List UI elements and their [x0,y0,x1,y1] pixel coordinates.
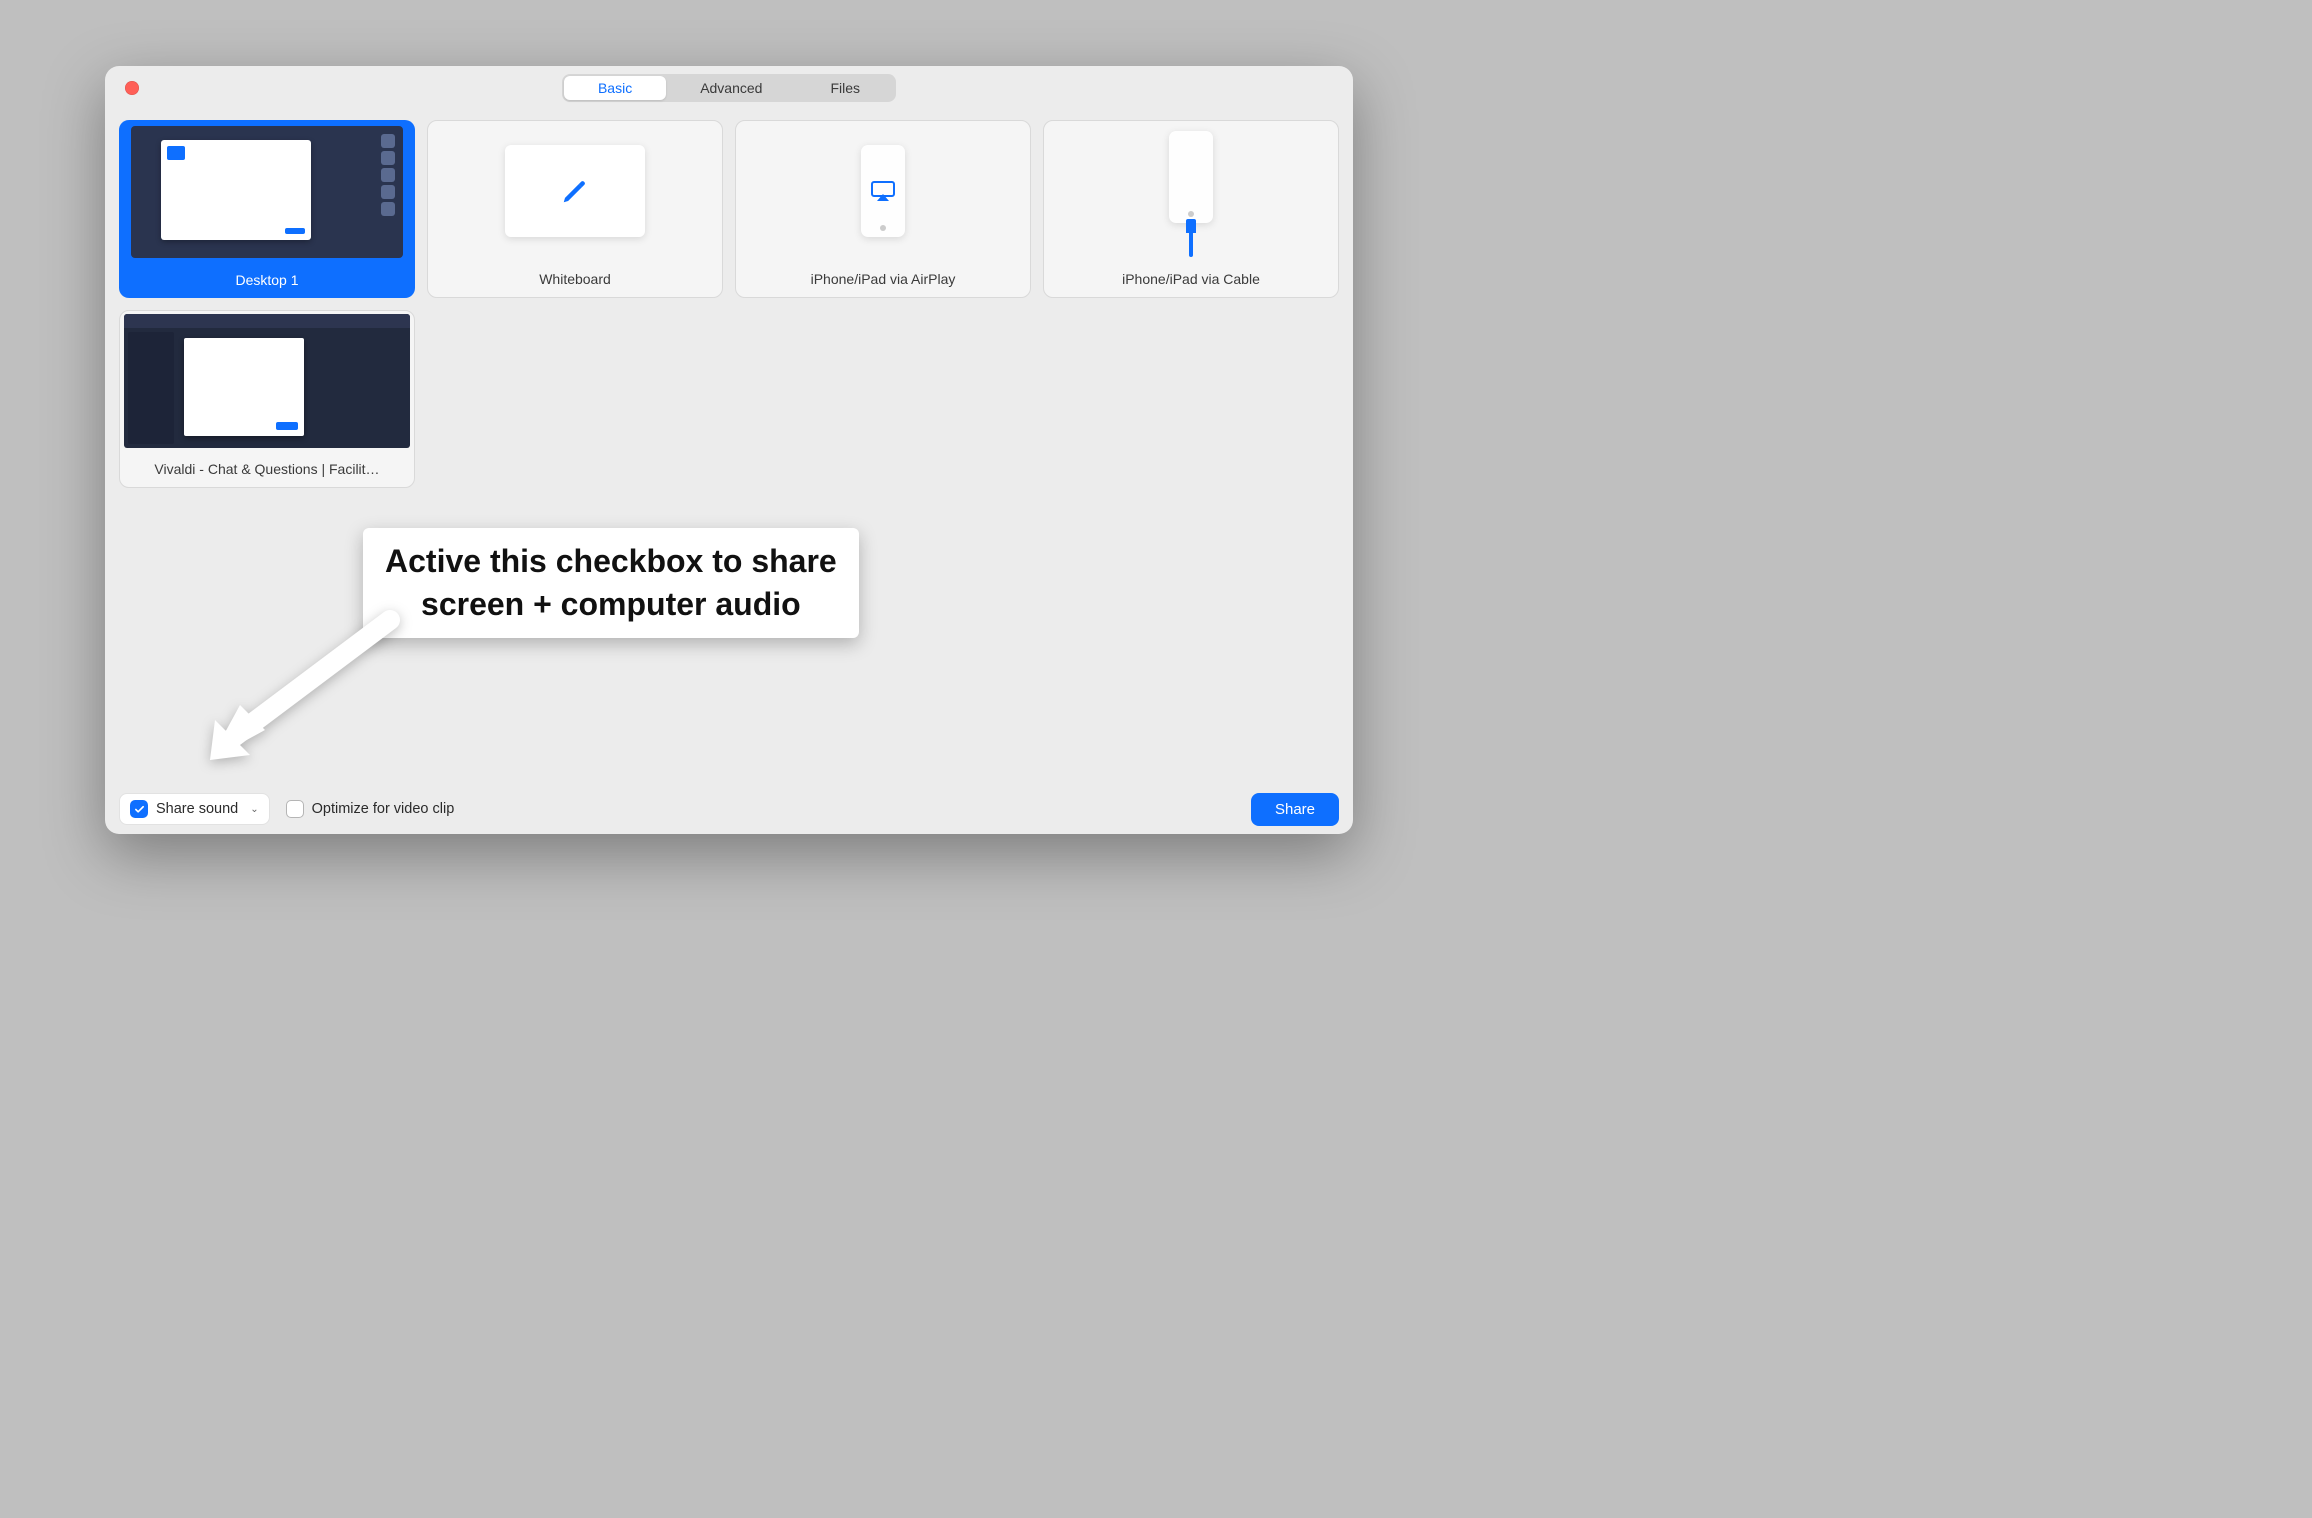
share-option-label: Whiteboard [428,261,722,297]
phone-cable-thumbnail [1044,121,1338,261]
tab-switcher: Basic Advanced Files [562,74,896,102]
phone-airplay-thumbnail [736,121,1030,261]
whiteboard-thumbnail [428,121,722,261]
tab-advanced[interactable]: Advanced [666,76,796,100]
share-sound-label: Share sound [156,801,238,817]
share-button[interactable]: Share [1251,793,1339,826]
annotation-callout: Active this checkbox to share screen + c… [363,528,859,638]
cable-icon [1186,219,1196,257]
optimize-video-control[interactable]: Optimize for video clip [286,800,455,818]
chevron-down-icon[interactable]: ⌄ [250,804,258,815]
share-sound-control[interactable]: Share sound ⌄ [119,793,270,825]
share-option-label: Vivaldi - Chat & Questions | Facilit… [120,451,414,487]
tab-files[interactable]: Files [796,76,894,100]
share-option-app-window-vivaldi[interactable]: Vivaldi - Chat & Questions | Facilit… [119,310,415,488]
annotation-line-1: Active this checkbox to share [385,540,837,583]
share-option-desktop-1[interactable]: Desktop 1 [119,120,415,298]
app-window-thumbnail [120,311,414,451]
optimize-video-checkbox[interactable] [286,800,304,818]
close-window-button[interactable] [125,81,139,95]
tab-basic[interactable]: Basic [564,76,666,100]
share-option-label: Desktop 1 [119,262,415,298]
check-icon [134,804,145,815]
share-option-iphone-airplay[interactable]: iPhone/iPad via AirPlay [735,120,1031,298]
desktop-thumbnail [119,120,415,262]
footer-bar: Share sound ⌄ Optimize for video clip Sh… [105,784,1353,834]
annotation-arrow-icon [190,610,400,770]
share-option-whiteboard[interactable]: Whiteboard [427,120,723,298]
optimize-video-label: Optimize for video clip [312,801,455,817]
pencil-icon [560,176,590,206]
share-option-label: iPhone/iPad via Cable [1044,261,1338,297]
share-option-label: iPhone/iPad via AirPlay [736,261,1030,297]
airplay-icon [870,180,896,202]
share-sound-checkbox[interactable] [130,800,148,818]
annotation-line-2: screen + computer audio [385,583,837,626]
window-titlebar: Basic Advanced Files [105,66,1353,110]
share-option-iphone-cable[interactable]: iPhone/iPad via Cable [1043,120,1339,298]
